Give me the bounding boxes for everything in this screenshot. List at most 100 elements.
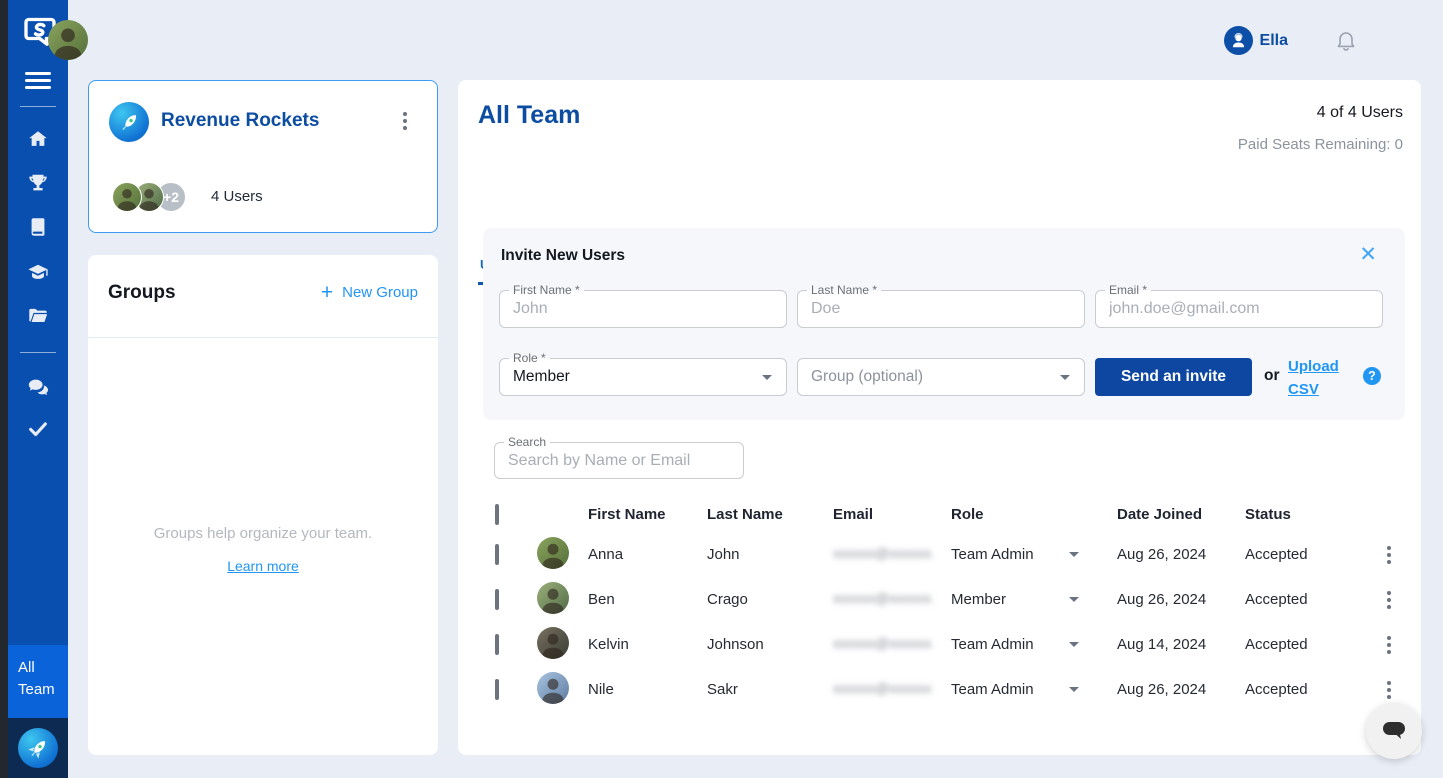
chevron-down-icon (1069, 687, 1079, 692)
folder-icon[interactable] (27, 305, 49, 327)
group-select[interactable]: Group (optional) (797, 358, 1085, 396)
role-label: Role * (509, 351, 550, 366)
role-value: Team Admin (951, 681, 1034, 698)
rocket-logo-icon[interactable] (18, 728, 58, 768)
upload-csv-link[interactable]: Upload CSV (1288, 355, 1348, 401)
cell-date-joined: Aug 26, 2024 (1117, 591, 1245, 608)
notifications-bell-icon[interactable] (1334, 28, 1358, 54)
row-avatar (537, 627, 569, 659)
cell-status: Accepted (1245, 546, 1372, 563)
paid-seats-remaining: Paid Seats Remaining: 0 (1238, 136, 1403, 153)
email-input[interactable] (1109, 291, 1372, 327)
cell-role-select[interactable]: Team Admin (951, 546, 1117, 563)
role-value: Team Admin (951, 636, 1034, 653)
chat-icon[interactable] (27, 376, 49, 398)
table-row: Kelvin Johnson xxxxxx@xxxxxx.xx Team Adm… (495, 622, 1405, 667)
chevron-down-icon (1069, 552, 1079, 557)
or-label: or (1264, 367, 1280, 385)
row-kebab-menu-icon[interactable] (1372, 681, 1405, 699)
cell-role-select[interactable]: Member (951, 591, 1117, 608)
page-title: All Team (478, 101, 580, 130)
app-window: All Team Ella Revenue Rockets (0, 0, 1443, 778)
user-count: 4 of 4 Users (1317, 104, 1403, 122)
chat-bubble-icon (1380, 719, 1408, 743)
table-body: Anna John xxxxxx@xxxxxx.xx Team Admin Au… (495, 532, 1405, 712)
role-value: Member (951, 591, 1006, 608)
cell-role-select[interactable]: Team Admin (951, 681, 1117, 698)
team-card-kebab-menu-icon[interactable] (403, 109, 407, 133)
sidebar-divider (20, 106, 56, 107)
cell-role-select[interactable]: Team Admin (951, 636, 1117, 653)
sidebar-divider (20, 352, 56, 353)
cell-first-name: Nile (588, 681, 707, 698)
ella-assistant-button[interactable]: Ella (1224, 26, 1288, 55)
close-icon[interactable]: ✕ (1359, 244, 1377, 266)
member-avatar (112, 182, 142, 212)
table-header-row: First Name Last Name Email Role Date Joi… (495, 496, 1405, 532)
cell-date-joined: Aug 26, 2024 (1117, 681, 1245, 698)
row-kebab-menu-icon[interactable] (1372, 636, 1405, 654)
help-icon[interactable]: ? (1363, 367, 1381, 385)
first-name-field[interactable]: First Name * (499, 290, 787, 328)
team-users-summary: 4 Users (211, 188, 263, 205)
team-card: Revenue Rockets +2 4 Users (88, 80, 438, 233)
select-all-checkbox[interactable] (495, 504, 499, 525)
row-checkbox[interactable] (495, 679, 499, 700)
cell-email-blurred: xxxxxx@xxxxxx.xx (833, 590, 933, 606)
last-name-field[interactable]: Last Name * (797, 290, 1085, 328)
table-row: Nile Sakr xxxxxx@xxxxxx.xx Team Admin Au… (495, 667, 1405, 712)
col-role: Role (951, 506, 1117, 523)
invite-title: Invite New Users (501, 247, 625, 265)
table-row: Anna John xxxxxx@xxxxxx.xx Team Admin Au… (495, 532, 1405, 577)
cell-last-name: Crago (707, 591, 833, 608)
row-checkbox[interactable] (495, 634, 499, 655)
chat-fab-button[interactable] (1366, 703, 1422, 759)
home-icon[interactable] (27, 128, 49, 150)
search-input[interactable] (508, 443, 733, 478)
sidebar: All Team (8, 0, 68, 778)
sidebar-active-label: All Team (18, 659, 55, 698)
groups-empty-text: Groups help organize your team. (88, 525, 438, 542)
chevron-down-icon (1069, 642, 1079, 647)
check-icon[interactable] (27, 418, 49, 440)
cell-last-name: Johnson (707, 636, 833, 653)
row-checkbox[interactable] (495, 589, 499, 610)
cell-first-name: Anna (588, 546, 707, 563)
email-field[interactable]: Email * (1095, 290, 1383, 328)
row-avatar (537, 537, 569, 569)
cell-status: Accepted (1245, 681, 1372, 698)
row-checkbox[interactable] (495, 544, 499, 565)
team-logo-icon (109, 102, 149, 142)
groups-divider (88, 337, 438, 338)
trophy-icon[interactable] (27, 172, 49, 194)
book-icon[interactable] (27, 216, 49, 238)
learn-more-link[interactable]: Learn more (227, 558, 299, 574)
chevron-down-icon (1060, 375, 1070, 380)
role-select[interactable]: Role * Member (499, 358, 787, 396)
row-kebab-menu-icon[interactable] (1372, 591, 1405, 609)
search-field[interactable]: Search (494, 442, 744, 479)
graduation-cap-icon[interactable] (27, 262, 49, 284)
role-value: Team Admin (951, 546, 1034, 563)
cell-date-joined: Aug 26, 2024 (1117, 546, 1245, 563)
groups-title: Groups (108, 282, 176, 304)
cell-email-blurred: xxxxxx@xxxxxx.xx (833, 545, 933, 561)
team-name: Revenue Rockets (161, 110, 319, 132)
ella-assistant-label: Ella (1260, 32, 1288, 50)
send-invite-button[interactable]: Send an invite (1095, 358, 1252, 396)
hamburger-menu-icon[interactable] (25, 72, 51, 90)
window-edge-strip (0, 0, 8, 778)
invite-new-users-panel: Invite New Users ✕ First Name * Last Nam… (483, 228, 1405, 420)
last-name-input[interactable] (811, 291, 1074, 327)
sidebar-footer (8, 718, 68, 778)
sidebar-item-all-team[interactable]: All Team (8, 645, 68, 718)
first-name-input[interactable] (513, 291, 776, 327)
group-placeholder: Group (optional) (811, 368, 923, 386)
row-kebab-menu-icon[interactable] (1372, 546, 1405, 564)
user-avatar[interactable] (48, 20, 88, 60)
cell-status: Accepted (1245, 591, 1372, 608)
new-group-label: New Group (342, 284, 418, 301)
col-date-joined: Date Joined (1117, 506, 1245, 523)
col-email: Email (833, 506, 951, 523)
new-group-button[interactable]: + New Group (321, 284, 418, 301)
